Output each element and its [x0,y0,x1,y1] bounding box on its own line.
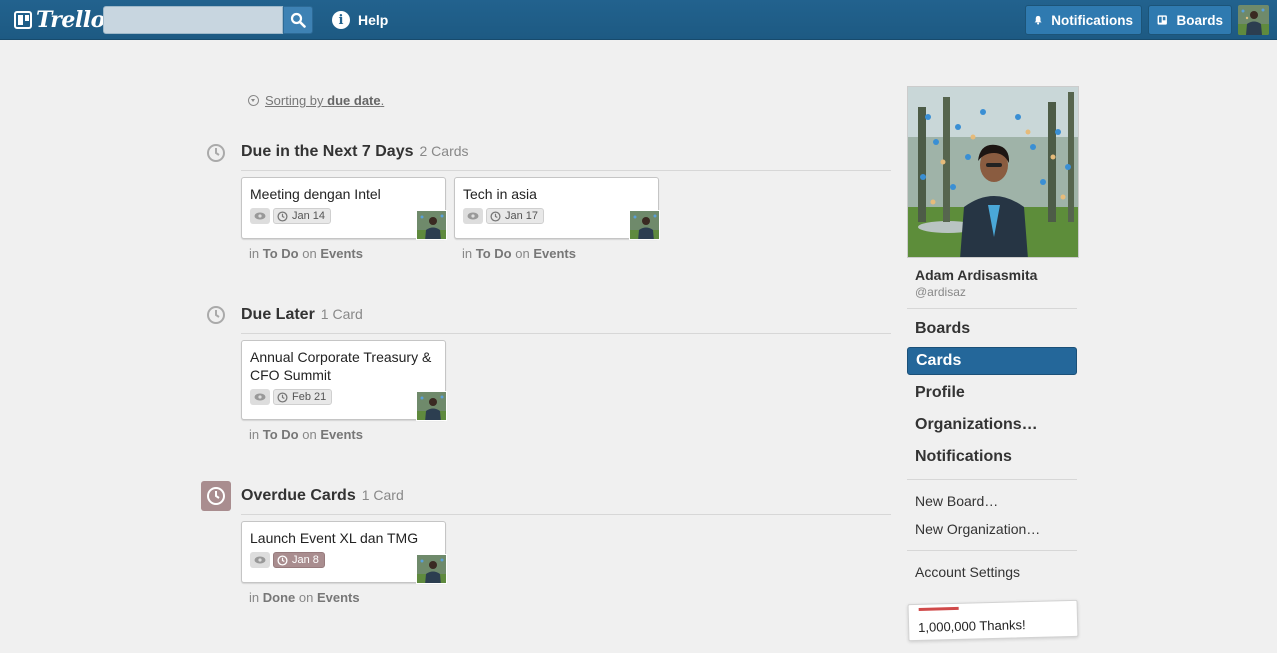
overdue-clock-icon [201,481,231,511]
card-tech-in-asia[interactable]: Tech in asia Jan 17 [454,177,660,240]
clock-small-icon [277,210,288,222]
section-title-due-later: Due Later 1 Card [241,306,363,323]
profile-username: @ardisaz [915,285,966,299]
watching-eye-icon [250,389,270,405]
board-link[interactable]: Events [320,427,363,442]
section-divider [241,333,891,334]
board-link[interactable]: Events [317,590,360,605]
card-title: Tech in asia [463,186,537,202]
due-date-badge: Feb 21 [273,389,333,405]
clock-small-icon [490,210,501,222]
profile-photo[interactable] [907,86,1079,258]
board-link[interactable]: Events [533,246,576,261]
card-location: in To Do on Events [249,427,363,442]
logo-text: Trello [36,7,105,33]
due-date-badge: Jan 14 [273,208,332,224]
trello-logo[interactable]: Trello [14,7,105,33]
clock-small-icon [277,391,288,403]
help-label: Help [358,12,389,28]
card-badges: Jan 17 [463,208,545,224]
card-badges: Jan 8 [250,552,325,568]
due-date-badge: Jan 17 [486,208,545,224]
board-link[interactable]: Events [320,246,363,261]
top-header: Trello i Help Notifications Boards [0,0,1277,40]
sidebar-item-notifications[interactable]: Notifications [907,443,1077,471]
sidebar-item-cards[interactable]: Cards [907,347,1077,375]
sort-dropdown-icon [248,95,259,106]
info-icon: i [332,11,350,29]
sidebar-item-organizations[interactable]: Organizations… [907,411,1077,439]
card-location: in Done on Events [249,590,360,605]
card-meeting-dengan-intel[interactable]: Meeting dengan Intel Jan 14 [241,177,447,240]
watching-eye-icon [250,552,270,568]
section-count: 1 Card [320,306,363,322]
card-location: in To Do on Events [249,246,363,261]
card-member-avatar[interactable] [416,391,447,421]
boards-button[interactable]: Boards [1148,5,1232,35]
list-link[interactable]: To Do [476,246,512,261]
card-title: Launch Event XL dan TMG [250,530,419,546]
sidebar-divider [907,308,1077,309]
search-icon [290,12,306,28]
card-location: in To Do on Events [462,246,576,261]
search-input[interactable] [103,6,283,34]
card-title: Annual Corporate Treasury & CFO Summit [250,349,432,383]
card-member-avatar[interactable] [416,210,447,240]
new-board-link[interactable]: New Board… [915,493,998,509]
card-badges: Feb 21 [250,389,333,405]
notifications-label: Notifications [1051,12,1133,28]
clock-icon [201,138,231,168]
section-count: 2 Cards [419,143,469,159]
card-badges: Jan 14 [250,208,332,224]
card-member-avatar[interactable] [416,554,447,584]
section-divider [241,170,891,171]
profile-full-name[interactable]: Adam Ardisasmita [915,267,1037,283]
watching-eye-icon [463,208,483,224]
section-title-overdue: Overdue Cards 1 Card [241,487,404,504]
card-launch-event-xl[interactable]: Launch Event XL dan TMG Jan 8 [241,521,447,584]
sidebar-item-profile[interactable]: Profile [907,379,1077,407]
new-organization-link[interactable]: New Organization… [915,521,1040,537]
sorting-link[interactable]: Sorting by due date. [265,93,384,108]
section-divider [241,514,891,515]
boards-label: Boards [1176,12,1223,28]
clock-small-icon [277,554,288,566]
account-settings-link[interactable]: Account Settings [915,564,1020,580]
help-link[interactable]: i Help [332,10,388,30]
watching-eye-icon [250,208,270,224]
thanks-tape [918,606,959,611]
thanks-note[interactable]: 1,000,000 Thanks! [907,599,1079,642]
card-member-avatar[interactable] [629,210,660,240]
sorting-control[interactable]: Sorting by due date. [248,93,384,108]
list-link[interactable]: Done [263,590,296,605]
list-link[interactable]: To Do [263,246,299,261]
list-link[interactable]: To Do [263,427,299,442]
sidebar-divider [907,479,1077,480]
sidebar-item-boards[interactable]: Boards [907,315,1077,343]
bell-icon [1034,15,1042,25]
search-button[interactable] [283,6,313,34]
overdue-date-badge: Jan 8 [273,552,325,568]
thanks-text: 1,000,000 Thanks! [917,617,1026,635]
card-title: Meeting dengan Intel [250,186,381,202]
card-annual-corporate-treasury[interactable]: Annual Corporate Treasury & CFO Summit F… [241,340,447,421]
boards-icon [1157,15,1167,25]
clock-icon [201,300,231,330]
section-count: 1 Card [361,487,404,503]
section-title-next-7-days: Due in the Next 7 Days 2 Cards [241,143,469,160]
notifications-button[interactable]: Notifications [1025,5,1142,35]
sidebar-divider [907,550,1077,551]
trello-logo-icon [14,11,32,29]
user-avatar[interactable] [1238,5,1269,35]
